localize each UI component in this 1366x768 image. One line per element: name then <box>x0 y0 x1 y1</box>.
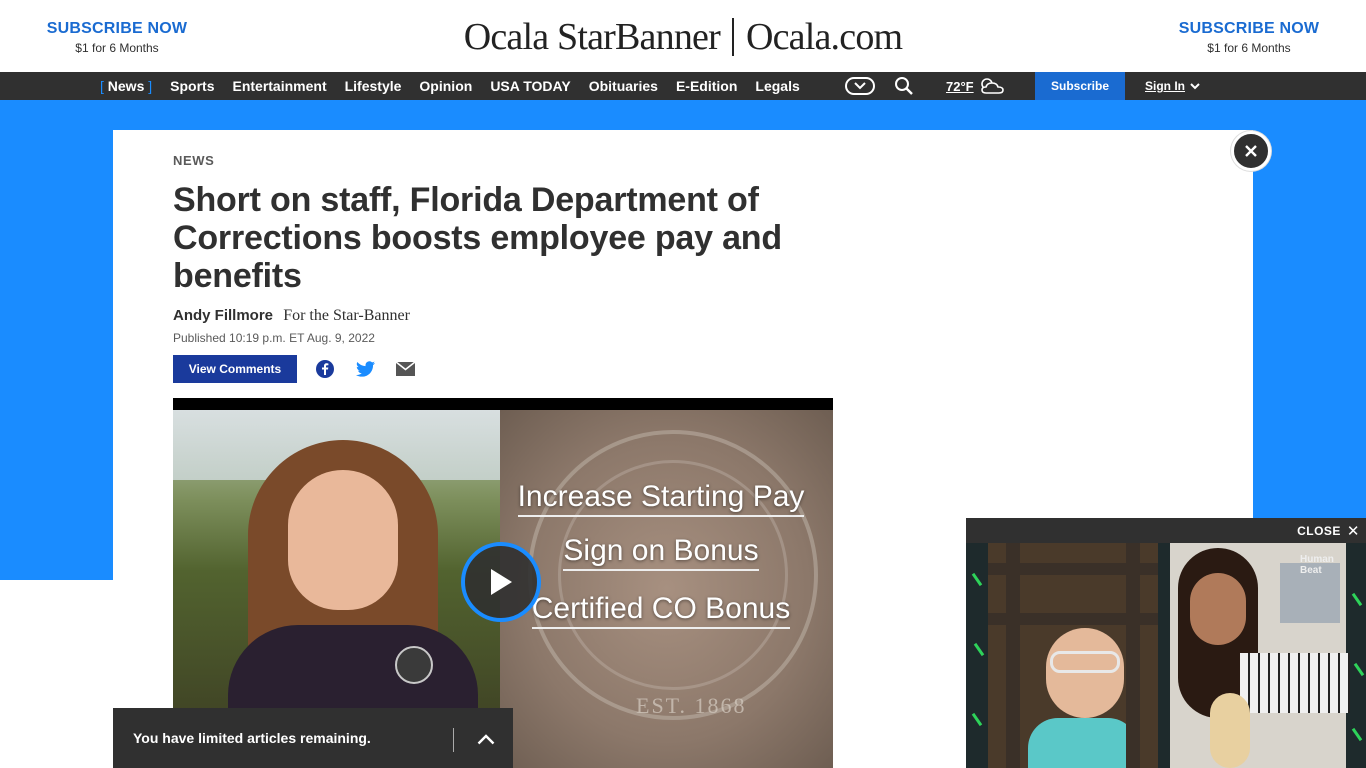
sign-in-button[interactable]: Sign In <box>1145 72 1200 100</box>
logo-ocala-com: Ocala.com <box>745 16 903 58</box>
nav-item-obituaries[interactable]: Obituaries <box>589 78 658 94</box>
fdc-badge-icon <box>395 646 433 684</box>
byline: Andy Fillmore For the Star-Banner <box>173 307 410 325</box>
ad-person-shirt <box>1028 718 1138 768</box>
chevron-down-icon <box>854 82 866 90</box>
weather-widget[interactable]: 72°F <box>946 72 1006 100</box>
sticky-video-header: CLOSE ✕ <box>966 518 1366 543</box>
ad-corner-label-line-2: Beat <box>1300 565 1322 576</box>
video-caption-line-2: Sign on Bonus <box>331 534 833 571</box>
nav-item-news[interactable]: [ News ] <box>100 78 152 94</box>
nav-active-bracket-close: ] <box>148 78 153 94</box>
promo-background-right <box>1253 100 1366 518</box>
search-icon <box>895 77 913 95</box>
chevron-down-icon <box>1190 82 1200 89</box>
subscribe-now-right-link[interactable]: SUBSCRIBE NOW $1 for 6 Months <box>1169 20 1329 55</box>
subscribe-now-right-subtitle: $1 for 6 Months <box>1207 41 1291 55</box>
nav-subscribe-button[interactable]: Subscribe <box>1035 72 1125 100</box>
video-caption-line-1: Increase Starting Pay <box>331 480 833 517</box>
nav-item-news-label: News <box>107 78 145 94</box>
article-headline: Short on staff, Florida Department of Co… <box>173 181 782 295</box>
more-menu-button[interactable] <box>845 77 875 95</box>
ad-bar-vertical <box>1006 543 1020 768</box>
nav-item-opinion[interactable]: Opinion <box>419 78 472 94</box>
close-icon: ✕ <box>1346 522 1360 540</box>
ad-bar-horizontal <box>988 613 1158 625</box>
ad-glasses <box>1050 651 1120 673</box>
weather-temperature: 72°F <box>946 78 974 94</box>
close-icon <box>1245 145 1257 157</box>
sign-in-label: Sign In <box>1145 79 1185 93</box>
view-comments-button[interactable]: View Comments <box>173 355 297 383</box>
close-sticky-video-button[interactable]: CLOSE ✕ <box>1297 518 1360 543</box>
nav-active-bracket-open: [ <box>100 78 104 94</box>
sticky-video-panel-right <box>1170 543 1350 768</box>
share-twitter-button[interactable] <box>355 360 375 378</box>
nav-item-sports[interactable]: Sports <box>170 78 214 94</box>
section-label: NEWS <box>173 153 215 168</box>
ad-person-face <box>1046 628 1124 718</box>
limited-articles-bar: You have limited articles remaining. <box>113 708 513 768</box>
limited-articles-divider <box>453 728 454 752</box>
ad-decor-dash <box>1351 727 1363 742</box>
nav-item-lifestyle[interactable]: Lifestyle <box>345 78 402 94</box>
video-caption-3-text: Certified CO Bonus <box>531 592 791 629</box>
ad-decor-dash <box>1353 662 1365 677</box>
video-caption-2-text: Sign on Bonus <box>563 534 759 571</box>
expand-limited-articles-button[interactable] <box>475 728 497 750</box>
share-email-button[interactable] <box>395 360 415 378</box>
ad-bar-horizontal <box>988 563 1158 575</box>
video-caption-line-3: Certified CO Bonus <box>331 592 833 629</box>
subscribe-now-left-link[interactable]: SUBSCRIBE NOW $1 for 6 Months <box>37 20 197 55</box>
ad-decor-dash <box>1351 592 1363 607</box>
share-facebook-button[interactable] <box>315 360 335 378</box>
published-date: Published 10:19 p.m. ET Aug. 9, 2022 <box>173 331 375 345</box>
ad-decor-dash <box>971 572 983 587</box>
ad-corner-label: Human Beat <box>1300 554 1334 576</box>
nav-item-usa-today[interactable]: USA TODAY <box>490 78 570 94</box>
video-play-button[interactable] <box>461 542 541 622</box>
masthead: SUBSCRIBE NOW $1 for 6 Months Ocala Star… <box>0 0 1366 72</box>
nav-item-entertainment[interactable]: Entertainment <box>232 78 326 94</box>
subscribe-now-left-title: SUBSCRIBE NOW <box>46 20 188 37</box>
subscribe-now-left-subtitle: $1 for 6 Months <box>75 41 159 55</box>
limited-articles-message: You have limited articles remaining. <box>133 730 371 746</box>
subscribe-now-right-title: SUBSCRIBE NOW <box>1178 20 1320 37</box>
partly-cloudy-icon <box>980 78 1004 94</box>
logo-starbanner: Ocala StarBanner <box>463 16 721 58</box>
sticky-video-player[interactable]: Human Beat CLOSE ✕ <box>966 518 1366 768</box>
email-icon <box>395 362 415 376</box>
video-caption-1-text: Increase Starting Pay <box>517 480 805 517</box>
logo-divider <box>731 18 734 56</box>
author-affiliation: For the Star-Banner <box>283 307 410 324</box>
ad-bar-vertical <box>1126 543 1140 768</box>
ad-decor-dash <box>971 712 983 727</box>
ad-corner-label-line-1: Human <box>1300 554 1334 565</box>
nav-item-e-edition[interactable]: E-Edition <box>676 78 737 94</box>
sticky-video-panel-left <box>988 543 1158 768</box>
close-sticky-video-label: CLOSE <box>1297 523 1341 538</box>
ad-keyboard <box>1240 653 1350 713</box>
twitter-icon <box>355 361 375 377</box>
play-icon <box>491 569 512 595</box>
author-name[interactable]: Andy Fillmore <box>173 307 273 324</box>
chevron-up-icon <box>477 733 495 744</box>
facebook-icon <box>316 360 334 378</box>
nav-item-legals[interactable]: Legals <box>755 78 799 94</box>
ad-person-face-2 <box>1190 573 1246 645</box>
seal-est-text: EST. 1868 <box>636 693 747 718</box>
ad-decor-dash <box>973 642 985 657</box>
search-button[interactable] <box>894 76 914 96</box>
ad-guitar <box>1210 693 1250 768</box>
site-logo[interactable]: Ocala StarBanner Ocala.com <box>452 14 914 60</box>
close-article-overlay-button[interactable] <box>1231 131 1271 171</box>
nav-items: [ News ] Sports Entertainment Lifestyle … <box>100 72 818 100</box>
